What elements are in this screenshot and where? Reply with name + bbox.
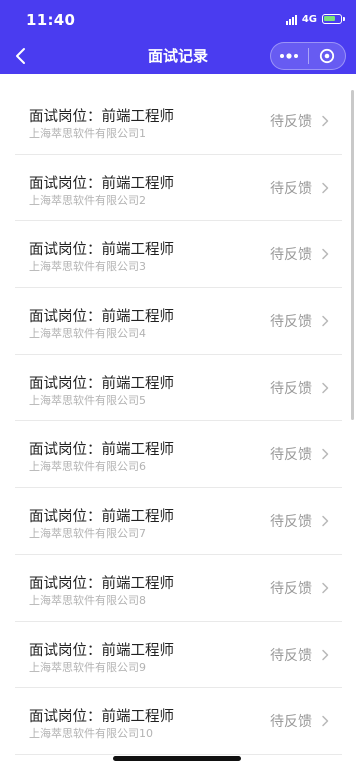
list-item[interactable]: 面试岗位：前端工程师 上海萃思软件有限公司2 待反馈 [0, 155, 356, 222]
list-item[interactable]: 面试岗位：前端工程师 上海萃思软件有限公司6 待反馈 [0, 421, 356, 489]
nav-bar: 面试记录 [0, 38, 356, 74]
chevron-right-icon [322, 582, 329, 594]
job-title: 面试岗位：前端工程师 [29, 375, 174, 392]
chevron-right-icon [322, 315, 329, 327]
status-label: 待反馈 [270, 514, 312, 531]
company-name: 上海萃思软件有限公司3 [29, 260, 146, 274]
job-title: 面试岗位：前端工程师 [29, 175, 174, 192]
more-dots-icon [280, 53, 299, 59]
status-label: 待反馈 [270, 580, 312, 597]
battery-level [324, 16, 335, 21]
company-name: 上海萃思软件有限公司6 [29, 460, 146, 474]
interview-record-list: 面试岗位：前端工程师 上海萃思软件有限公司1 待反馈 面试岗位：前端工程师 上海… [0, 88, 356, 755]
status-label: 待反馈 [270, 647, 312, 664]
job-title: 面试岗位：前端工程师 [29, 242, 174, 259]
chevron-right-icon [322, 182, 329, 193]
status-label: 待反馈 [270, 714, 312, 731]
company-name: 上海萃思软件有限公司4 [29, 327, 146, 341]
company-name: 上海萃思软件有限公司9 [29, 660, 146, 674]
list-item[interactable]: 面试岗位：前端工程师 上海萃思软件有限公司4 待反馈 [0, 288, 356, 355]
job-title: 面试岗位：前端工程师 [29, 109, 174, 125]
company-name: 上海萃思软件有限公司2 [29, 193, 146, 207]
list-item[interactable]: 面试岗位：前端工程师 上海萃思软件有限公司10 待反馈 [0, 688, 356, 755]
list-item[interactable]: 面试岗位：前端工程师 上海萃思软件有限公司5 待反馈 [0, 355, 356, 422]
close-button[interactable] [308, 43, 345, 69]
list-item[interactable]: 面试岗位：前端工程师 上海萃思软件有限公司8 待反馈 [0, 555, 356, 622]
signal-icon [285, 14, 298, 25]
status-label: 待反馈 [270, 180, 312, 197]
battery-icon [322, 14, 345, 24]
target-close-icon [319, 48, 334, 64]
company-name: 上海萃思软件有限公司1 [29, 127, 146, 140]
status-bar: 11:40 4G [0, 0, 356, 38]
job-title: 面试岗位：前端工程师 [29, 509, 174, 526]
status-label: 待反馈 [270, 247, 312, 264]
list-item[interactable]: 面试岗位：前端工程师 上海萃思软件有限公司1 待反馈 [0, 88, 356, 155]
scrollbar[interactable] [351, 90, 354, 420]
status-label: 待反馈 [270, 314, 312, 331]
job-title: 面试岗位：前端工程师 [29, 709, 174, 726]
list-item[interactable]: 面试岗位：前端工程师 上海萃思软件有限公司7 待反馈 [0, 488, 356, 555]
status-indicators: 4G [285, 12, 345, 26]
job-title: 面试岗位：前端工程师 [29, 575, 174, 592]
list-item[interactable]: 面试岗位：前端工程师 上海萃思软件有限公司9 待反馈 [0, 622, 356, 689]
company-name: 上海萃思软件有限公司5 [29, 393, 146, 407]
network-type: 4G [301, 13, 317, 25]
status-time: 11:40 [26, 11, 76, 29]
job-title: 面试岗位：前端工程师 [29, 309, 174, 326]
status-label: 待反馈 [270, 447, 312, 464]
chevron-right-icon [322, 649, 329, 660]
job-title: 面试岗位：前端工程师 [29, 642, 174, 659]
company-name: 上海萃思软件有限公司8 [29, 593, 146, 607]
mini-program-capsule [270, 42, 346, 70]
job-title: 面试岗位：前端工程师 [29, 442, 174, 459]
chevron-right-icon [322, 115, 329, 127]
chevron-right-icon [322, 515, 329, 527]
home-indicator [113, 756, 241, 761]
chevron-right-icon [322, 249, 329, 260]
divider [15, 753, 342, 755]
company-name: 上海萃思软件有限公司10 [29, 727, 153, 741]
list-item[interactable]: 面试岗位：前端工程师 上海萃思软件有限公司3 待反馈 [0, 221, 356, 289]
chevron-right-icon [322, 382, 329, 393]
chevron-right-icon [322, 715, 329, 727]
status-label: 待反馈 [270, 114, 312, 130]
status-label: 待反馈 [270, 380, 312, 397]
company-name: 上海萃思软件有限公司7 [29, 527, 146, 541]
chevron-right-icon [322, 449, 329, 460]
more-button[interactable] [271, 43, 308, 69]
